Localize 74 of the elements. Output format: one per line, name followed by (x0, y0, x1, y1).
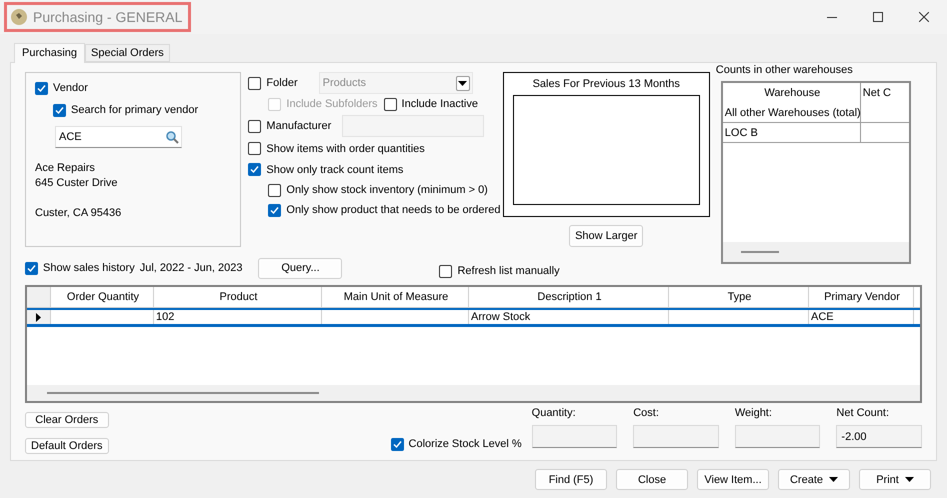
column-header: Description 1 (469, 287, 669, 307)
warehouses-label: Counts in other warehouses (716, 64, 854, 76)
checkbox-label: Include Subfolders (286, 98, 378, 110)
total-label: Quantity: (532, 407, 577, 419)
address-line: 645 Custer Drive (35, 176, 119, 191)
checkbox-label: Show items with order quantities (266, 142, 425, 154)
scrollbar-thumb[interactable] (47, 392, 319, 394)
address-line: Custer, CA 95436 (35, 206, 122, 221)
window-title: Purchasing - GENERAL (33, 9, 182, 25)
footer-button[interactable]: Create (778, 469, 850, 490)
chart-title: Sales For Previous 13 Months (532, 78, 680, 92)
table-cell: ACE (809, 310, 914, 324)
checkbox[interactable] (439, 264, 452, 278)
query-button[interactable]: Query... (258, 258, 342, 278)
total-label: Net Count: (836, 407, 890, 419)
checkbox-label: Search for primary vendor (71, 104, 198, 116)
checkbox[interactable] (384, 98, 397, 110)
checkbox[interactable] (248, 163, 262, 176)
checkbox-label: Show only track count items (266, 164, 404, 176)
order-button[interactable]: Clear Orders (25, 412, 109, 428)
checkbox-label: Colorize Stock Level % (408, 438, 522, 450)
checkbox[interactable] (248, 120, 262, 132)
checkbox[interactable] (53, 104, 66, 116)
checkbox[interactable] (268, 184, 282, 196)
footer-button[interactable]: Print (859, 469, 931, 490)
maximize-icon[interactable] (873, 12, 883, 22)
checkbox[interactable] (248, 76, 262, 90)
caret-icon (904, 477, 914, 482)
total-label: Cost: (633, 407, 660, 419)
column-header: Net C (860, 83, 909, 103)
checkbox-label: Only show product that needs to be ordered (286, 204, 500, 216)
checkbox[interactable] (390, 438, 404, 450)
tab[interactable]: Purchasing (14, 43, 86, 63)
scrollbar-thumb[interactable] (740, 251, 779, 253)
grid-row[interactable]: 102 Arrow Stock ACE (27, 308, 920, 327)
tab[interactable]: Special Orders (85, 44, 170, 62)
column-header: Type (669, 287, 809, 307)
column-header: Primary Vendor (809, 287, 914, 307)
checkbox[interactable] (35, 82, 48, 94)
order-button[interactable]: Default Orders (25, 438, 109, 454)
minimize-icon[interactable] (827, 16, 837, 18)
table-cell: LOC B (722, 123, 861, 142)
column-header: Product (154, 287, 322, 307)
caret-icon (458, 80, 468, 86)
checkbox-label: Refresh list manually (457, 265, 560, 277)
search-icon[interactable] (165, 130, 179, 144)
column-header: Warehouse (722, 83, 861, 103)
checkbox-label: Only show stock inventory (minimum > 0) (286, 184, 488, 196)
app-icon (11, 9, 27, 25)
caret-icon (829, 477, 838, 482)
table-cell: All other Warehouses (total) (722, 103, 861, 122)
checkbox[interactable] (268, 204, 282, 216)
checkbox-label: Show sales history (43, 262, 135, 274)
vendor-field[interactable]: ACE (55, 126, 182, 148)
checkbox-label: Manufacturer (266, 120, 332, 132)
total-label: Weight: (734, 407, 773, 419)
checkbox[interactable] (248, 142, 262, 155)
footer-button[interactable]: Close (616, 469, 688, 490)
table-cell: 102 (154, 310, 322, 324)
checkbox-label: Vendor (53, 82, 88, 94)
checkbox-label: Folder (266, 77, 298, 89)
checkbox[interactable] (25, 262, 38, 274)
close-icon[interactable] (919, 12, 929, 22)
table-cell: Arrow Stock (469, 310, 669, 324)
show-larger-button[interactable]: Show Larger (569, 225, 644, 247)
address-line: Ace Repairs (35, 161, 96, 176)
column-header: Main Unit of Measure (322, 287, 469, 307)
footer-button[interactable]: View Item... (697, 469, 769, 490)
total-field: -2.00 (836, 425, 922, 448)
checkbox-label: Include Inactive (402, 98, 478, 110)
row-pointer-icon (36, 312, 41, 322)
footer-button[interactable]: Find (F5) (535, 469, 607, 490)
sales-period: Jul, 2022 - Jun, 2023 (140, 262, 242, 274)
column-header: Order Quantity (51, 287, 154, 307)
